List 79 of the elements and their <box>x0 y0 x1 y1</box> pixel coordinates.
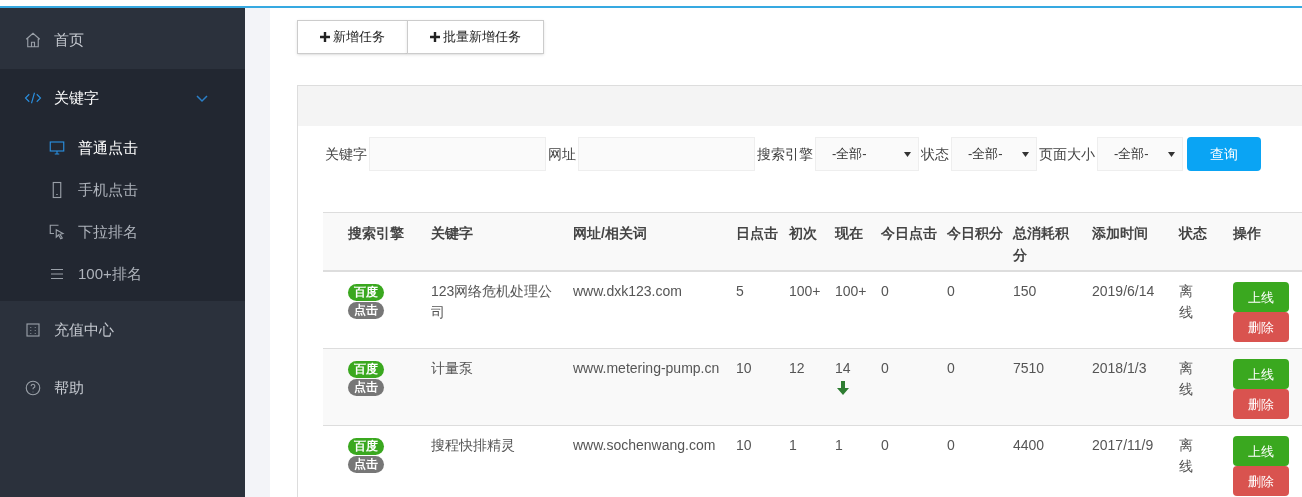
column-header: 状态 <box>1179 224 1208 243</box>
delete-button[interactable]: 删除 <box>1233 312 1289 342</box>
engine-tag: 百度 <box>348 438 384 455</box>
table-cell-text: 0 <box>947 436 956 455</box>
column-header: 今日点击 <box>881 224 938 243</box>
table-cell-text: 150 <box>1013 282 1038 301</box>
table-cell-text: 10 <box>736 436 753 455</box>
table-cell-text: 0 <box>881 359 890 378</box>
column-header: 初次 <box>789 224 818 243</box>
dropdown-select[interactable]: -全部- <box>1097 137 1183 171</box>
status-cell-text: 离线 <box>1179 359 1194 399</box>
column-header: 网址/相关词 <box>573 224 648 243</box>
column-header: 日点击 <box>736 224 779 243</box>
plus-icon <box>430 32 440 42</box>
table-cell-text: 0 <box>947 282 956 301</box>
column-header: 搜索引擎 <box>348 224 405 243</box>
table-cell-text: 123网络危机处理公司 <box>431 282 554 322</box>
table-cell-text: 2018/1/3 <box>1092 359 1148 378</box>
type-tag: 点击 <box>348 456 384 473</box>
delete-button[interactable]: 删除 <box>1233 466 1289 496</box>
table-cell-text: www.dxk123.com <box>573 282 683 301</box>
type-tag: 点击 <box>348 379 384 396</box>
table-cell-text: 0 <box>881 436 890 455</box>
column-header: 关键字 <box>431 224 474 243</box>
type-tag: 点击 <box>348 302 384 319</box>
filter-label: 网址 <box>547 144 577 164</box>
sidebar-subitem[interactable]: 普通点击 <box>0 127 245 169</box>
monitor-icon <box>48 139 66 157</box>
table-cell-text: 1 <box>835 436 843 455</box>
sidebar-item[interactable]: 帮助 <box>0 359 245 417</box>
filter-label: 页面大小 <box>1038 144 1096 164</box>
table-cell-text: 7510 <box>1013 359 1046 378</box>
table-cell-text: 2017/11/9 <box>1092 436 1155 455</box>
table-cell-text: 100+ <box>835 282 867 301</box>
toolbar-button[interactable]: 新增任务 <box>297 20 408 54</box>
status-cell-text: 离线 <box>1179 282 1194 322</box>
column-header: 总消耗积分 <box>1013 224 1070 265</box>
sidebar-item[interactable]: 充值中心 <box>0 301 245 359</box>
sidebar-subitem[interactable]: 100+排名 <box>0 253 245 295</box>
table-cell-text: 4400 <box>1013 436 1046 455</box>
grid-icon <box>24 321 42 339</box>
table-cell-text: 1 <box>789 436 798 455</box>
engine-tag: 百度 <box>348 284 384 301</box>
filter-label: 关键字 <box>324 144 368 164</box>
table-cell-text: 100+ <box>789 282 822 301</box>
table-cell-text: 5 <box>736 282 745 301</box>
column-header: 操作 <box>1233 224 1262 243</box>
table-cell-text: www.sochenwang.com <box>573 436 717 455</box>
table-cell-text: 2019/6/14 <box>1092 282 1156 301</box>
status-cell-text: 离线 <box>1179 436 1194 476</box>
table-cell-text: 计量泵 <box>431 359 474 378</box>
sidebar-item[interactable]: 首页 <box>0 11 245 69</box>
table-cell-text: 14 <box>835 359 851 378</box>
table-cell-text: 12 <box>789 359 806 378</box>
filter-label: 搜索引擎 <box>756 144 814 164</box>
dropdown-caret-icon <box>904 151 911 157</box>
engine-tag: 百度 <box>348 361 384 378</box>
sidebar-item[interactable]: 关键字 <box>0 69 245 127</box>
plus-icon <box>320 32 330 42</box>
table-cell-text: 搜程快排精灵 <box>431 436 516 455</box>
dropdown-select[interactable]: -全部- <box>815 137 919 171</box>
table-cell-text: 10 <box>736 359 753 378</box>
pointer-icon <box>48 223 66 241</box>
sidebar-subitem[interactable]: 下拉排名 <box>0 211 245 253</box>
dropdown-caret-icon <box>1022 151 1029 157</box>
toolbar-button[interactable]: 批量新增任务 <box>407 20 544 54</box>
sidebar-subitem[interactable]: 手机点击 <box>0 169 245 211</box>
table-cell-text: 0 <box>881 282 890 301</box>
help-icon <box>24 379 42 397</box>
column-header: 现在 <box>835 224 864 243</box>
dropdown-select[interactable]: -全部- <box>951 137 1037 171</box>
column-header: 添加时间 <box>1092 224 1149 243</box>
column-header: 今日积分 <box>947 224 1004 243</box>
delete-button[interactable]: 删除 <box>1233 389 1289 419</box>
filter-label: 状态 <box>920 144 950 164</box>
table-cell-text: www.metering-pump.cn <box>573 359 721 378</box>
table-cell-text: 0 <box>947 359 956 378</box>
dropdown-caret-icon <box>1168 151 1175 157</box>
home-icon <box>24 31 42 49</box>
